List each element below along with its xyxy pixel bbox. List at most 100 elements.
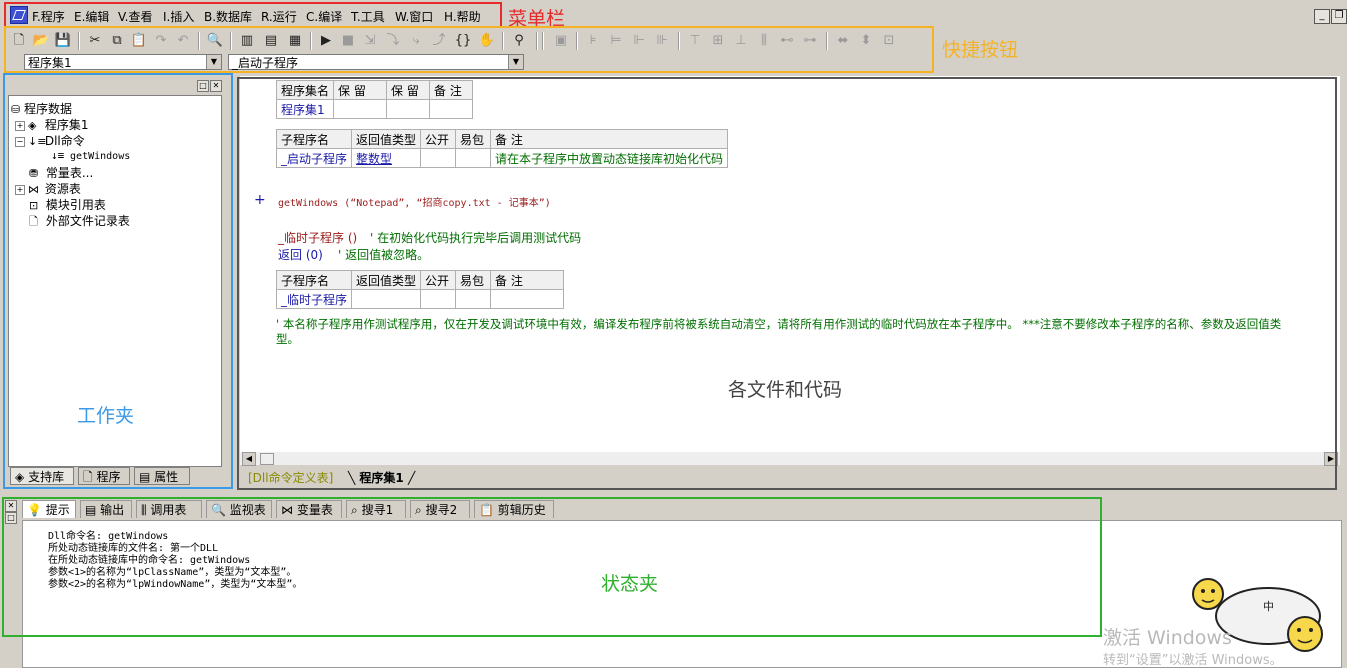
table-cell[interactable] (420, 148, 457, 168)
table-cell[interactable] (420, 289, 457, 309)
table-cell[interactable] (455, 148, 492, 168)
braces-icon[interactable]: {} (454, 32, 472, 50)
menu-item-insert[interactable]: I.插入 (163, 8, 194, 25)
distribute-h-icon[interactable]: ⫼ (755, 32, 773, 50)
table-cell[interactable] (333, 99, 388, 119)
find-icon[interactable]: 🔍 (206, 32, 224, 50)
copy-icon[interactable]: ⧉ (108, 32, 126, 50)
open-folder-icon[interactable]: 📂 (32, 32, 50, 50)
horizontal-scrollbar[interactable]: ◀ ▶ (240, 452, 1340, 466)
hand-icon[interactable]: ✋ (478, 32, 496, 50)
menu-item-help[interactable]: H.帮助 (444, 8, 481, 25)
table-cell[interactable] (490, 289, 565, 309)
expand-icon[interactable]: + (15, 185, 25, 195)
tab-output[interactable]: ▤ 输出 (80, 500, 132, 518)
layout-split-icon[interactable]: ▦ (286, 32, 304, 50)
stop-icon[interactable]: ■ (339, 32, 357, 50)
tree-item-dll[interactable]: − ↓≡ Dll命令 (15, 132, 85, 149)
step-icon[interactable]: ⇲ (361, 32, 379, 50)
subprogram-select[interactable]: _启动子程序 ▼ (228, 54, 524, 70)
align-bottom-icon[interactable]: ⊪ (653, 32, 671, 50)
tree-item-external-files[interactable]: 🗋 外部文件记录表 (29, 212, 130, 232)
tab-program[interactable]: 🗋 程序 (78, 467, 130, 485)
menu-item-edit[interactable]: E.编辑 (74, 8, 109, 25)
scroll-left-icon[interactable]: ◀ (242, 452, 256, 466)
tab-call-stack[interactable]: ⫼ 调用表 (136, 500, 202, 518)
distribute-v-icon[interactable]: ⊷ (778, 32, 796, 50)
menu-item-database[interactable]: B.数据库 (204, 8, 252, 25)
scroll-right-icon[interactable]: ▶ (1324, 452, 1338, 466)
step-into-icon[interactable]: ⤵ (384, 32, 402, 50)
tab-search2[interactable]: ⌕ 搜寻2 (410, 500, 470, 518)
panel-restore-button[interactable]: □ (197, 80, 209, 92)
code-line-getwindows[interactable]: getWindows (“Notepad”, “招商copy.txt - 记事本… (278, 194, 551, 209)
table-cell[interactable] (455, 289, 492, 309)
tree-item-assembly[interactable]: + ◈ 程序集1 (15, 116, 88, 133)
code-line-temp-call[interactable]: _临时子程序 () (278, 229, 357, 246)
new-file-icon[interactable]: 🗋 (10, 32, 28, 50)
same-size-icon[interactable]: ⊡ (880, 32, 898, 50)
restore-button[interactable]: ❐ (1331, 9, 1347, 24)
tree-item-constants[interactable]: ⛃ 常量表... (29, 164, 93, 181)
table-cell[interactable]: 请在本子程序中放置动态链接库初始化代码 (490, 148, 729, 168)
editor-tab-assembly[interactable]: ╲ 程序集1 ╱ (348, 470, 415, 486)
tab-support-library[interactable]: ◈ 支持库 (10, 467, 74, 485)
panel-close-button[interactable]: ✕ (210, 80, 222, 92)
table-cell[interactable]: 整数型 (351, 148, 422, 168)
assembly-select[interactable]: 程序集1 ▼ (24, 54, 222, 70)
status-restore-button[interactable]: □ (5, 512, 17, 524)
redo-icon[interactable]: ↷ (152, 32, 170, 50)
menu-item-program[interactable]: F.程序 (32, 8, 65, 25)
form-icon[interactable]: ▣ (552, 32, 570, 50)
chevron-down-icon[interactable]: ▼ (508, 55, 523, 69)
tab-variables[interactable]: ⋈ 变量表 (276, 500, 342, 518)
step-over-icon[interactable]: ⤷ (407, 32, 425, 50)
scroll-thumb[interactable] (260, 453, 274, 465)
menu-item-compile[interactable]: C.编译 (306, 8, 342, 25)
tree-item-resources[interactable]: + ⋈ 资源表 (15, 180, 81, 197)
menu-item-window[interactable]: W.窗口 (395, 8, 433, 25)
align-right-icon[interactable]: ⊩ (630, 32, 648, 50)
tree-item-module-refs[interactable]: ⊡ 模块引用表 (29, 196, 106, 213)
tree-item-getwindows[interactable]: ↓≡ getWindows (51, 149, 130, 162)
align-left-icon[interactable]: ⊧ (584, 32, 602, 50)
menu-item-view[interactable]: V.查看 (118, 8, 152, 25)
tab-properties[interactable]: ▤ 属性 (134, 467, 190, 485)
minimize-button[interactable]: _ (1314, 9, 1330, 24)
undo-icon[interactable]: ↶ (174, 32, 192, 50)
cut-icon[interactable]: ✂ (86, 32, 104, 50)
editor-tab-dll[interactable]: [Dll命令定义表] (248, 470, 333, 486)
collapse-icon[interactable]: − (15, 137, 25, 147)
paste-icon[interactable]: 📋 (130, 32, 148, 50)
status-close-button[interactable]: ✕ (5, 500, 17, 512)
table-cell[interactable]: 程序集1 (275, 99, 335, 119)
tab-clipboard-history[interactable]: 📋 剪辑历史 (474, 500, 554, 518)
same-width-icon[interactable]: ⬌ (834, 32, 852, 50)
step-out-icon[interactable]: ⤴ (430, 32, 448, 50)
expand-icon[interactable]: + (15, 121, 25, 131)
run-icon[interactable]: ▶ (317, 32, 335, 50)
tab-hint[interactable]: 💡 提示 (22, 500, 76, 518)
tab-search1[interactable]: ⌕ 搜寻1 (346, 500, 406, 518)
align-top-icon[interactable]: ⊤ (686, 32, 704, 50)
table-cell[interactable] (351, 289, 422, 309)
align-baseline-icon[interactable]: ⊥ (732, 32, 750, 50)
layout-top-icon[interactable]: ▤ (262, 32, 280, 50)
menu-item-run[interactable]: R.运行 (261, 8, 297, 25)
binoculars-icon[interactable]: ⚲ (510, 32, 528, 50)
table-cell[interactable]: _启动子程序 (275, 148, 353, 168)
same-height-icon[interactable]: ⬍ (857, 32, 875, 50)
tree-item-root[interactable]: ⛁ 程序数据 (11, 100, 72, 117)
chevron-down-icon[interactable]: ▼ (206, 55, 221, 69)
layout-left-icon[interactable]: ▥ (238, 32, 256, 50)
code-line-return[interactable]: 返回 (0) (278, 246, 323, 263)
save-icon[interactable]: 💾 (54, 32, 72, 50)
align-center-icon[interactable]: ⊨ (607, 32, 625, 50)
same-spacing-icon[interactable]: ⊶ (801, 32, 819, 50)
tab-watch[interactable]: 🔍 监视表 (206, 500, 272, 518)
table-cell[interactable] (429, 99, 474, 119)
table-cell[interactable]: _临时子程序 (275, 289, 353, 309)
align-middle-icon[interactable]: ⊞ (709, 32, 727, 50)
menu-item-tools[interactable]: T.工具 (351, 8, 385, 25)
table-cell[interactable] (386, 99, 431, 119)
